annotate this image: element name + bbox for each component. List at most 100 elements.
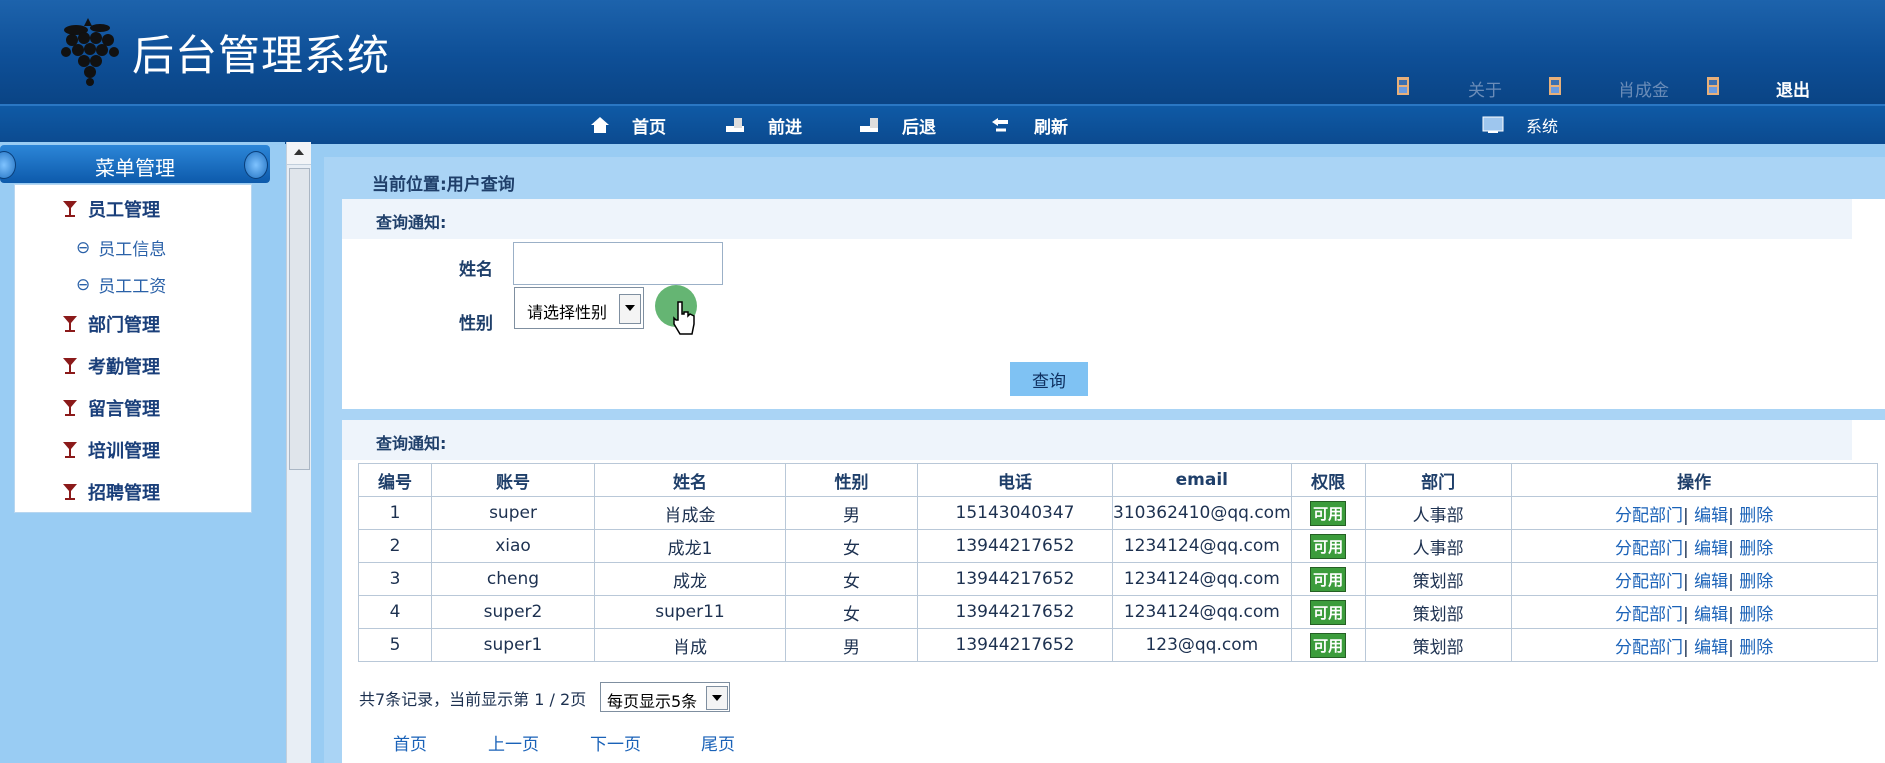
assign-department-link[interactable]: 分配部门 — [1615, 638, 1683, 658]
gender-select[interactable]: 请选择性别 — [514, 287, 644, 329]
sidebar-item-attendance-management[interactable]: 考勤管理 — [62, 353, 160, 379]
action-separator: | — [1728, 538, 1740, 559]
cell-department: 策划部 — [1364, 628, 1512, 662]
cell-account: cheng — [431, 562, 595, 596]
cell-permission: 可用 — [1290, 529, 1366, 563]
refresh-icon — [992, 118, 1008, 132]
nav-refresh-button[interactable]: 刷新 — [990, 114, 1068, 138]
sidebar-item-message-management[interactable]: 留言管理 — [62, 395, 160, 421]
sidebar-subitem-employee-info[interactable]: ⊖ 员工信息 — [76, 235, 167, 261]
chevron-down-icon[interactable] — [706, 686, 728, 710]
page-size-select[interactable]: 每页显示5条 — [600, 682, 730, 712]
edit-link[interactable]: 编辑 — [1694, 572, 1728, 592]
gender-select-value: 请选择性别 — [527, 303, 608, 322]
table-row: 4 super2 super11 女 13944217652 1234124@qq.com… — [358, 595, 1878, 629]
breadcrumb: 当前位置:用户查询 — [372, 175, 515, 195]
sidebar-item-label: 留言管理 — [88, 399, 160, 420]
action-separator: | — [1683, 604, 1695, 625]
permission-badge: 可用 — [1310, 533, 1347, 559]
pager-last-link[interactable]: 尾页 — [701, 730, 735, 755]
assign-department-link[interactable]: 分配部门 — [1615, 506, 1683, 526]
nav-home-button[interactable]: 首页 — [590, 114, 666, 138]
logout-icon[interactable] — [1704, 76, 1722, 96]
action-separator: | — [1728, 637, 1740, 658]
sidebar-subitem-employee-salary[interactable]: ⊖ 员工工资 — [76, 272, 166, 298]
sidebar-scrollbar[interactable] — [286, 142, 311, 763]
cell-phone: 13944217652 — [917, 562, 1113, 596]
cell-actions: 分配部门| 编辑| 删除 — [1510, 529, 1878, 563]
cell-account: super2 — [431, 595, 595, 629]
forward-icon — [726, 118, 744, 132]
cell-phone: 13944217652 — [917, 529, 1113, 563]
cell-permission: 可用 — [1290, 562, 1366, 596]
assign-department-link[interactable]: 分配部门 — [1615, 572, 1683, 592]
pager-prev-link[interactable]: 上一页 — [488, 730, 539, 755]
nav-home-label: 首页 — [632, 117, 666, 138]
cell-actions: 分配部门| 编辑| 删除 — [1510, 628, 1878, 662]
system-button[interactable]: 系统 — [1482, 114, 1558, 136]
nav-forward-button[interactable]: 前进 — [724, 114, 802, 138]
delete-link[interactable]: 删除 — [1739, 638, 1773, 658]
col-account: 账号 — [431, 463, 595, 497]
home-icon — [591, 117, 609, 133]
delete-link[interactable]: 删除 — [1739, 506, 1773, 526]
cell-permission: 可用 — [1290, 496, 1366, 530]
sidebar-item-employee-management[interactable]: 员工管理 — [62, 196, 160, 222]
cell-permission: 可用 — [1290, 628, 1366, 662]
delete-link[interactable]: 删除 — [1739, 539, 1773, 559]
sidebar-item-training-management[interactable]: 培训管理 — [62, 437, 160, 463]
pager-info: 共7条记录，当前显示第 1 / 2页 — [359, 690, 587, 709]
scrollbar-thumb[interactable] — [289, 168, 310, 470]
menu-header[interactable]: 菜单管理 — [0, 145, 270, 183]
pager-next-link[interactable]: 下一页 — [590, 730, 641, 755]
table-body: 1 super 肖成金男 15143040347 310362410@qq.com 可用人… — [358, 496, 1878, 662]
sidebar-item-department-management[interactable]: 部门管理 — [62, 311, 160, 337]
assign-department-link[interactable]: 分配部门 — [1615, 605, 1683, 625]
gender-label: 性别 — [459, 314, 493, 334]
delete-link[interactable]: 删除 — [1739, 572, 1773, 592]
nav-back-button[interactable]: 后退 — [858, 114, 936, 138]
action-separator: | — [1728, 505, 1740, 526]
cell-name: 成龙1 — [594, 529, 786, 563]
col-gender: 性别 — [785, 463, 918, 497]
cell-email: 1234124@qq.com — [1112, 562, 1292, 596]
about-icon[interactable] — [1394, 76, 1412, 96]
table-row: 3 cheng 成龙女 13944217652 1234124@qq.com 可用 策划部分… — [358, 562, 1878, 596]
edit-link[interactable]: 编辑 — [1694, 539, 1728, 559]
bullet-icon: ⊖ — [76, 237, 91, 258]
cell-account: super — [431, 496, 595, 530]
user-icon[interactable] — [1546, 76, 1564, 96]
query-button[interactable]: 查询 — [1010, 362, 1088, 396]
cell-department: 人事部 — [1364, 496, 1512, 530]
edit-link[interactable]: 编辑 — [1694, 506, 1728, 526]
goblet-icon — [63, 484, 77, 500]
delete-link[interactable]: 删除 — [1739, 605, 1773, 625]
edit-link[interactable]: 编辑 — [1694, 605, 1728, 625]
goblet-icon — [63, 316, 77, 332]
nav-back-label: 后退 — [902, 117, 936, 138]
col-permission: 权限 — [1290, 463, 1366, 497]
cell-actions: 分配部门| 编辑| 删除 — [1510, 595, 1878, 629]
edit-link[interactable]: 编辑 — [1694, 638, 1728, 658]
permission-badge: 可用 — [1310, 500, 1347, 526]
sidebar-subitem-label: 员工信息 — [98, 240, 167, 260]
cell-name: 肖成金 — [594, 496, 786, 530]
cell-gender: 女 — [785, 562, 918, 596]
name-input[interactable] — [513, 242, 723, 285]
pager-first-link[interactable]: 首页 — [393, 730, 427, 755]
menu-box — [14, 184, 252, 513]
about-link[interactable]: 关于 — [1468, 76, 1502, 101]
logout-link[interactable]: 退出 — [1776, 76, 1810, 101]
sidebar-item-recruitment-management[interactable]: 招聘管理 — [62, 479, 160, 505]
cell-id: 5 — [358, 628, 432, 662]
chevron-down-icon[interactable] — [619, 294, 641, 324]
bullet-icon: ⊖ — [76, 274, 91, 295]
sidebar-item-label: 员工管理 — [88, 200, 160, 221]
username-link[interactable]: 肖成金 — [1618, 76, 1669, 101]
table-row: 5 super1 肖成男 13944217652 123@qq.com 可用 策划部 分配部门… — [358, 628, 1878, 662]
cell-phone: 13944217652 — [917, 628, 1113, 662]
permission-badge: 可用 — [1310, 566, 1347, 592]
assign-department-link[interactable]: 分配部门 — [1615, 539, 1683, 559]
sidebar-item-label: 培训管理 — [88, 441, 160, 462]
scroll-up-arrow-icon[interactable] — [287, 142, 311, 165]
